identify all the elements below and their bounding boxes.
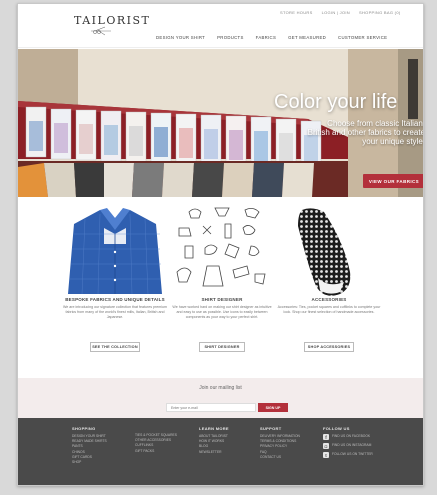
- feature-columns: BESPOKE FABRICS AND UNIQUE DETAILS We ar…: [18, 204, 423, 374]
- social-label: FOLLOW US ON TWITTER: [332, 452, 373, 457]
- footer-link[interactable]: CONTACT US: [260, 455, 300, 460]
- footer-link[interactable]: NEWSLETTER: [199, 450, 229, 455]
- shirt-parts-sketch-image[interactable]: [167, 204, 277, 299]
- social-label: FIND US ON INSTAGRAM: [332, 443, 372, 448]
- sign-up-button[interactable]: SIGN UP: [258, 403, 288, 412]
- footer-heading: LEARN MORE: [199, 426, 229, 431]
- footer-col-support: SUPPORT DELIVERY INFORMATION TERMS & CON…: [260, 426, 300, 460]
- footer-col-shopping: SHOPPING DESIGN YOUR SHIRT READY MADE SH…: [72, 426, 107, 465]
- feature-title: BESPOKE FABRICS AND UNIQUE DETAILS: [65, 297, 165, 302]
- view-fabrics-button[interactable]: VIEW OUR FABRICS: [363, 174, 423, 188]
- feature-description: We have worked hard on making our shirt …: [172, 305, 272, 319]
- nav-customer-service[interactable]: CUSTOMER SERVICE: [338, 35, 387, 40]
- facebook-icon: f: [323, 434, 329, 440]
- footer-col-follow: FOLLOW US f FIND US ON FACEBOOK ◘ FIND U…: [323, 426, 373, 461]
- mailing-title: Join our mailing list: [199, 385, 242, 391]
- nav-products[interactable]: PRODUCTS: [217, 35, 244, 40]
- nav-fabrics[interactable]: FABRICS: [256, 35, 277, 40]
- feature-description: We are introducing our signature collect…: [62, 305, 167, 319]
- hero-subtitle: Choose from classic Italian, British and…: [307, 119, 423, 146]
- header: TAILORIST STORE HOURS LOGIN | JOIN SHOPP…: [18, 4, 423, 48]
- footer-heading: FOLLOW US: [323, 426, 350, 431]
- hero-title: Color your life: [274, 91, 398, 113]
- hero-banner: Color your life Choose from classic Ital…: [18, 49, 423, 197]
- instagram-icon: ◘: [323, 443, 329, 449]
- shirt-designer-button[interactable]: SHIRT DESIGNER: [199, 342, 245, 352]
- feature-description: Accessories: Ties, pocket squares and cu…: [277, 305, 381, 314]
- footer: SHOPPING DESIGN YOUR SHIRT READY MADE SH…: [18, 418, 423, 485]
- see-collection-button[interactable]: SEE THE COLLECTION: [90, 342, 140, 352]
- mailing-list-section: Join our mailing list SIGN UP: [18, 378, 423, 418]
- footer-col-learn-more: LEARN MORE ABOUT TAILORIST HOW IT WORKS …: [199, 426, 229, 455]
- social-label: FIND US ON FACEBOOK: [332, 434, 371, 439]
- footer-link[interactable]: GIFT PACKS: [135, 449, 177, 454]
- nav-design-your-shirt[interactable]: DESIGN YOUR SHIRT: [156, 35, 205, 40]
- shopping-bag-link[interactable]: SHOPPING BAG (0): [359, 10, 400, 15]
- feature-title: ACCESSORIES: [311, 297, 347, 302]
- email-input[interactable]: [166, 403, 256, 412]
- scissors-icon: [91, 26, 111, 36]
- footer-link[interactable]: SHOP: [72, 460, 107, 465]
- shop-accessories-button[interactable]: SHOP ACCESSORIES: [304, 342, 354, 352]
- utility-links: STORE HOURS LOGIN | JOIN SHOPPING BAG (0…: [280, 10, 400, 15]
- instagram-link[interactable]: ◘ FIND US ON INSTAGRAM: [323, 443, 373, 449]
- blue-shirt-image[interactable]: [60, 204, 170, 299]
- main-nav: DESIGN YOUR SHIRT PRODUCTS FABRICS GET M…: [156, 35, 387, 40]
- feature-title: SHIRT DESIGNER: [201, 297, 243, 302]
- brand-logo[interactable]: TAILORIST: [74, 14, 150, 27]
- footer-heading: SHOPPING: [72, 426, 96, 431]
- facebook-link[interactable]: f FIND US ON FACEBOOK: [323, 434, 373, 440]
- browser-page: TAILORIST STORE HOURS LOGIN | JOIN SHOPP…: [17, 3, 424, 486]
- login-join-link[interactable]: LOGIN | JOIN: [322, 10, 350, 15]
- knit-tie-image[interactable]: [274, 204, 384, 299]
- twitter-link[interactable]: t FOLLOW US ON TWITTER: [323, 452, 373, 458]
- twitter-icon: t: [323, 452, 329, 458]
- footer-col-shopping-2: TIES & POCKET SQUARES OTHER ACCESSORIES …: [135, 433, 177, 454]
- nav-get-measured[interactable]: GET MEASURED: [288, 35, 326, 40]
- footer-heading: SUPPORT: [260, 426, 282, 431]
- store-hours-link[interactable]: STORE HOURS: [280, 10, 313, 15]
